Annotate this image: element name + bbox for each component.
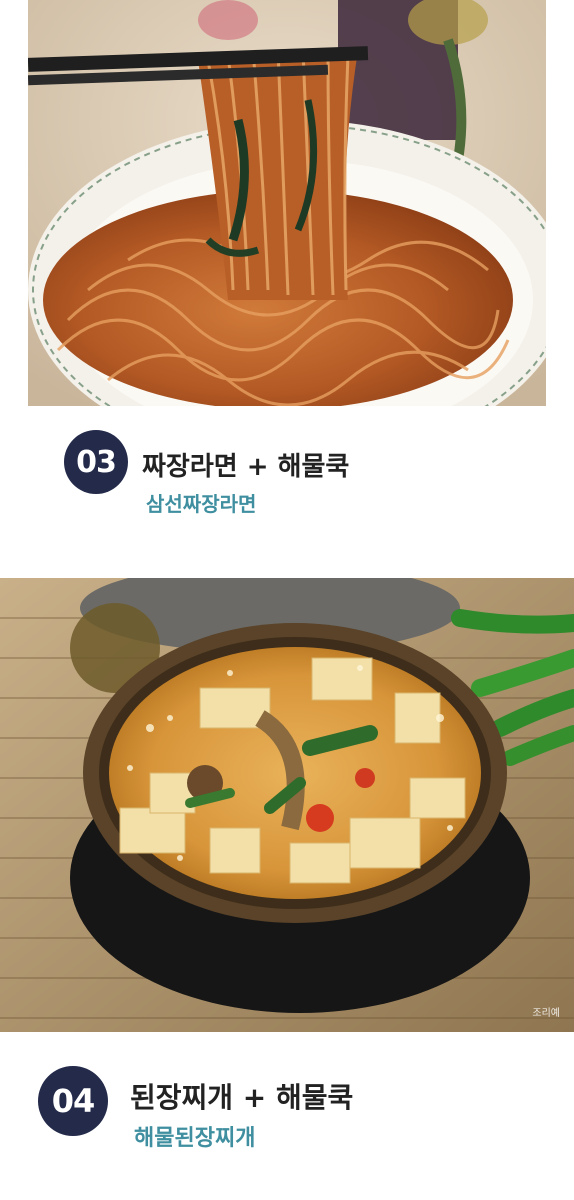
recipe-title: 된장찌개 + 해물쿡 [130, 1081, 354, 1114]
photo-watermark: 조리예 [532, 1008, 560, 1019]
doenjang-jjigae-photo [0, 578, 574, 1032]
recipe-subtitle: 해물된장찌개 [134, 1126, 256, 1151]
step-number-badge: 03 [64, 430, 128, 494]
jjajang-ramen-photo [28, 0, 546, 406]
recipe-title: 짜장라면 + 해물쿡 [142, 452, 350, 482]
step-number-badge: 04 [38, 1066, 108, 1136]
recipe-subtitle: 삼선짜장라면 [146, 492, 257, 516]
